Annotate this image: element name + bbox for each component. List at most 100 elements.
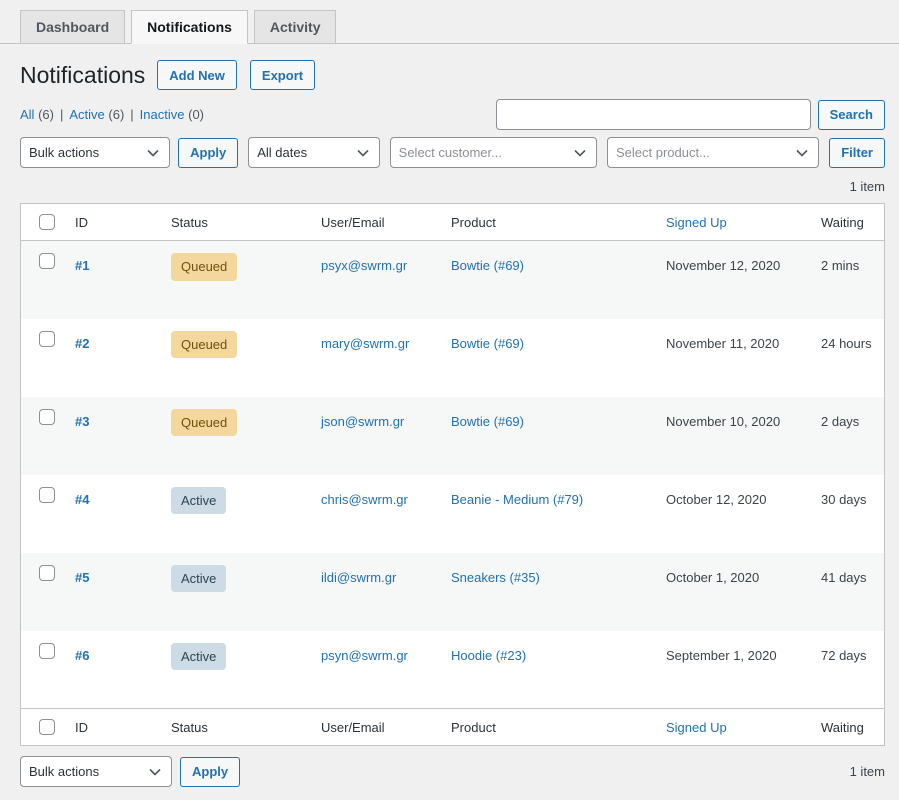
export-button[interactable]: Export	[250, 60, 315, 90]
row-checkbox[interactable]	[39, 331, 55, 347]
user-email-link[interactable]: json@swrm.gr	[321, 414, 404, 429]
signed-up-date: November 10, 2020	[666, 414, 780, 429]
column-footer-user-email: User/Email	[311, 709, 441, 746]
table-body: #1 Queued psyx@swrm.gr Bowtie (#69) Nove…	[21, 241, 885, 709]
view-link-active[interactable]: Active (6)	[69, 107, 139, 122]
user-email-link[interactable]: chris@swrm.gr	[321, 492, 408, 507]
view-link-all[interactable]: All (6)	[20, 107, 69, 122]
apply-button-bottom[interactable]: Apply	[180, 757, 240, 787]
status-badge: Active	[171, 487, 226, 515]
column-footer-product: Product	[441, 709, 656, 746]
signed-up-date: October 1, 2020	[666, 570, 759, 585]
chevron-down-icon	[147, 149, 159, 157]
chevron-down-icon	[357, 149, 369, 157]
views-and-search-row: All (6)Active (6)Inactive (0) Search	[20, 99, 885, 130]
table-row: #5 Active ildi@swrm.gr Sneakers (#35) Oc…	[21, 553, 885, 631]
notification-id-link[interactable]: #4	[75, 492, 89, 507]
page-content: Notifications Add New Export All (6)Acti…	[0, 60, 899, 787]
table-row: #1 Queued psyx@swrm.gr Bowtie (#69) Nove…	[21, 241, 885, 319]
filter-button[interactable]: Filter	[829, 138, 885, 168]
tabs-bar: Dashboard Notifications Activity	[0, 0, 899, 44]
product-link[interactable]: Bowtie (#69)	[451, 258, 524, 273]
bulk-actions-select-bottom[interactable]: Bulk actions	[20, 756, 172, 787]
user-email-link[interactable]: ildi@swrm.gr	[321, 570, 396, 585]
filters-row: Bulk actions Apply All dates Select cust…	[20, 137, 885, 168]
select-all-checkbox[interactable]	[39, 719, 55, 735]
status-badge: Queued	[171, 253, 237, 281]
notification-id-link[interactable]: #5	[75, 570, 89, 585]
waiting-duration: 2 mins	[821, 258, 859, 273]
row-checkbox[interactable]	[39, 409, 55, 425]
tab-notifications[interactable]: Notifications	[131, 10, 248, 44]
table-row: #2 Queued mary@swrm.gr Bowtie (#69) Nove…	[21, 319, 885, 397]
notification-id-link[interactable]: #1	[75, 258, 89, 273]
table-footer: ID Status User/Email Product Signed Up W…	[21, 709, 885, 746]
column-footer-status: Status	[161, 709, 311, 746]
customer-filter-select[interactable]: Select customer...	[390, 137, 597, 168]
status-badge: Active	[171, 565, 226, 593]
tab-dashboard[interactable]: Dashboard	[20, 10, 125, 44]
apply-button[interactable]: Apply	[178, 138, 238, 168]
view-filter-links: All (6)Active (6)Inactive (0)	[20, 107, 204, 122]
chevron-down-icon	[574, 149, 586, 157]
select-all-checkbox[interactable]	[39, 214, 55, 230]
chevron-down-icon	[149, 768, 161, 776]
dates-filter-select[interactable]: All dates	[248, 137, 379, 168]
page-header: Notifications Add New Export	[20, 60, 885, 90]
column-header-id: ID	[65, 204, 161, 241]
items-count-top: 1 item	[20, 179, 885, 194]
column-footer-waiting: Waiting	[811, 709, 885, 746]
tab-activity[interactable]: Activity	[254, 10, 337, 44]
table-header: ID Status User/Email Product Signed Up W…	[21, 204, 885, 241]
bottom-bulk-actions: Bulk actions Apply	[20, 756, 240, 787]
column-footer-id: ID	[65, 709, 161, 746]
row-checkbox[interactable]	[39, 643, 55, 659]
view-link-inactive[interactable]: Inactive (0)	[140, 107, 204, 122]
user-email-link[interactable]: psyx@swrm.gr	[321, 258, 407, 273]
notifications-table: ID Status User/Email Product Signed Up W…	[20, 203, 885, 746]
row-checkbox[interactable]	[39, 565, 55, 581]
items-count-bottom: 1 item	[850, 764, 885, 779]
product-link[interactable]: Bowtie (#69)	[451, 336, 524, 351]
column-header-status: Status	[161, 204, 311, 241]
column-header-user-email: User/Email	[311, 204, 441, 241]
signed-up-date: September 1, 2020	[666, 648, 777, 663]
notification-id-link[interactable]: #2	[75, 336, 89, 351]
waiting-duration: 41 days	[821, 570, 867, 585]
waiting-duration: 72 days	[821, 648, 867, 663]
table-row: #6 Active psyn@swrm.gr Hoodie (#23) Sept…	[21, 631, 885, 709]
search-input[interactable]	[496, 99, 811, 130]
notification-id-link[interactable]: #6	[75, 648, 89, 663]
bottom-table-nav: Bulk actions Apply 1 item	[20, 756, 885, 787]
search-box: Search	[496, 99, 885, 130]
page-title: Notifications	[20, 61, 145, 90]
signed-up-date: October 12, 2020	[666, 492, 766, 507]
column-header-signed-up-sort[interactable]: Signed Up	[666, 215, 727, 230]
signed-up-date: November 12, 2020	[666, 258, 780, 273]
product-link[interactable]: Sneakers (#35)	[451, 570, 540, 585]
row-checkbox[interactable]	[39, 253, 55, 269]
column-footer-signed-up-sort[interactable]: Signed Up	[666, 720, 727, 735]
table-row: #4 Active chris@swrm.gr Beanie - Medium …	[21, 475, 885, 553]
signed-up-date: November 11, 2020	[666, 336, 779, 351]
product-filter-select[interactable]: Select product...	[607, 137, 819, 168]
product-link[interactable]: Hoodie (#23)	[451, 648, 526, 663]
bulk-actions-select[interactable]: Bulk actions	[20, 137, 170, 168]
column-header-product: Product	[441, 204, 656, 241]
add-new-button[interactable]: Add New	[157, 60, 237, 90]
user-email-link[interactable]: mary@swrm.gr	[321, 336, 409, 351]
waiting-duration: 24 hours	[821, 336, 872, 351]
chevron-down-icon	[796, 149, 808, 157]
status-badge: Active	[171, 643, 226, 671]
column-header-waiting: Waiting	[811, 204, 885, 241]
status-badge: Queued	[171, 409, 237, 437]
notification-id-link[interactable]: #3	[75, 414, 89, 429]
waiting-duration: 30 days	[821, 492, 867, 507]
product-link[interactable]: Beanie - Medium (#79)	[451, 492, 583, 507]
user-email-link[interactable]: psyn@swrm.gr	[321, 648, 408, 663]
row-checkbox[interactable]	[39, 487, 55, 503]
table-row: #3 Queued json@swrm.gr Bowtie (#69) Nove…	[21, 397, 885, 475]
product-link[interactable]: Bowtie (#69)	[451, 414, 524, 429]
waiting-duration: 2 days	[821, 414, 859, 429]
search-button[interactable]: Search	[818, 100, 885, 130]
